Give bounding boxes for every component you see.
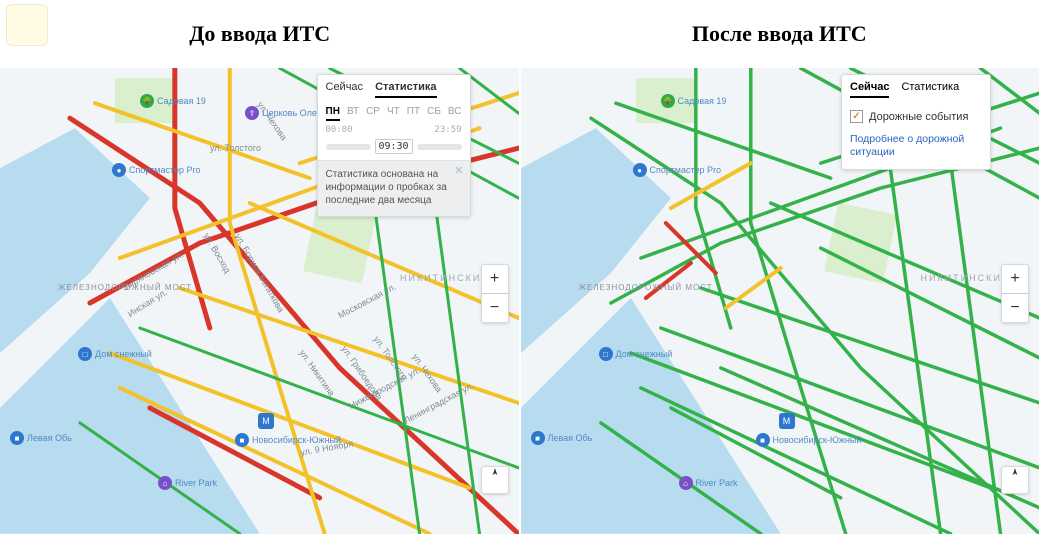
zoom-out-button[interactable]: − [482,293,508,322]
header: До ввода ИТС После ввода ИТС [0,0,1039,68]
day-thu[interactable]: ЧТ [387,106,400,121]
compass-icon [1008,467,1022,481]
poi-sadovaya[interactable]: 🌳Садовая 19 [661,94,727,108]
time-max: 23:59 [434,125,461,135]
day-wed[interactable]: СР [366,106,380,121]
bridge-label: ЖЕЛЕЗНОДОРОЖНЫЙ МОСТ [58,283,192,292]
maps-container: ЖЕЛЕЗНОДОРОЖНЫЙ МОСТ НИКИТИНСКИЙ ул. Чех… [0,68,1039,534]
poi-levaya-ob[interactable]: ■Левая Обь [531,431,593,445]
bridge-label: ЖЕЛЕЗНОДОРОЖНЫЙ МОСТ [579,283,713,292]
close-icon[interactable]: ✕ [454,165,463,178]
traffic-details-link[interactable]: Подробнее о дорожной ситуации [842,127,990,169]
traffic-tabs: Сейчас Статистика [318,75,470,102]
day-picker: ПН ВТ СР ЧТ ПТ СБ ВС [318,102,470,123]
checkbox-icon[interactable] [850,110,863,123]
zoom-in-button[interactable]: + [1002,265,1028,293]
tab-now[interactable]: Сейчас [850,81,889,98]
tab-stats[interactable]: Статистика [901,81,959,98]
compass-icon [488,467,502,481]
zoom-out-button[interactable]: − [1002,293,1028,322]
poi-sadovaya[interactable]: 🌳Садовая 19 [140,94,206,108]
info-banner: ✕ Статистика основана на информации о пр… [318,160,470,216]
day-sun[interactable]: ВС [448,106,462,121]
map-before[interactable]: ЖЕЛЕЗНОДОРОЖНЫЙ МОСТ НИКИТИНСКИЙ ул. Чех… [0,68,519,534]
page-logo-placeholder [6,4,48,46]
poi-levaya-ob[interactable]: ■Левая Обь [10,431,72,445]
day-fri[interactable]: ПТ [407,106,420,121]
title-before: До ввода ИТС [189,21,330,47]
zoom-control: + − [481,264,509,323]
poi-dom-snezhn[interactable]: □Дом снежный [599,347,673,361]
time-slider-right[interactable] [417,144,462,150]
poi-sportmaster[interactable]: ●Спортмастер Pro [633,163,722,177]
title-after: После ввода ИТС [692,21,867,47]
map-after[interactable]: ЖЕЛЕЗНОДОРОЖНЫЙ МОСТ НИКИТИНСКИЙ ●Спортм… [519,68,1039,534]
day-mon[interactable]: ПН [326,106,340,121]
metro-icon[interactable]: М [779,413,795,429]
poi-novosib-south[interactable]: ■Новосибирск-Южный [756,433,862,447]
traffic-panel-stats: Сейчас Статистика ПН ВТ СР ЧТ ПТ СБ ВС 0… [317,74,471,217]
poi-sportmaster[interactable]: ●Спортмастер Pro [112,163,201,177]
zoom-control: + − [1001,264,1029,323]
traffic-panel-now: Сейчас Статистика Дорожные события Подро… [841,74,991,170]
tab-now[interactable]: Сейчас [326,81,364,98]
metro-icon[interactable]: М [258,413,274,429]
locate-button[interactable] [481,466,509,494]
road-events-checkbox-row[interactable]: Дорожные события [842,102,990,127]
day-tue[interactable]: ВТ [347,106,359,121]
tab-stats[interactable]: Статистика [375,81,437,98]
poi-river-park[interactable]: ⌂River Park [158,476,217,490]
traffic-tabs: Сейчас Статистика [842,75,990,102]
zoom-in-button[interactable]: + [482,265,508,293]
time-min: 00:00 [326,125,353,135]
poi-dom-snezhn[interactable]: □Дом снежный [78,347,152,361]
time-slider[interactable] [326,144,371,150]
road-events-label: Дорожные события [869,111,968,123]
poi-river-park[interactable]: ⌂River Park [679,476,738,490]
time-current[interactable]: 09:30 [375,139,413,154]
locate-button[interactable] [1001,466,1029,494]
day-sat[interactable]: СБ [427,106,441,121]
poi-novosib-south[interactable]: ■Новосибирск-Южный [235,433,341,447]
